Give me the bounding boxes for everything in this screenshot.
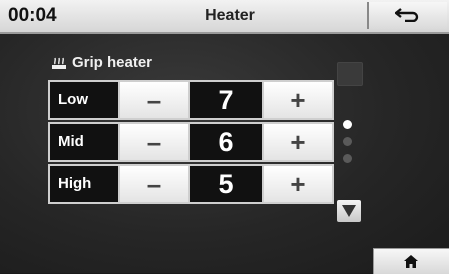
scroll-down-button[interactable] [337, 200, 361, 222]
page-title: Heater [205, 7, 255, 24]
decrease-low-button[interactable]: – [120, 82, 188, 118]
increase-low-button[interactable]: + [264, 82, 332, 118]
high-value: 5 [190, 166, 262, 202]
low-value: 7 [190, 82, 262, 118]
section-label: Grip heater [72, 54, 153, 71]
setting-row-mid: Mid – 6 + [48, 122, 334, 162]
grip-heater-icon [52, 57, 66, 69]
decrease-high-button[interactable]: – [120, 166, 188, 202]
setting-row-high: High – 5 + [48, 164, 334, 204]
clock: 00:04 [8, 5, 57, 26]
heater-screen: 00:04 Heater Grip heater Low – 7 + Mid –… [0, 0, 449, 274]
increase-high-button[interactable]: + [264, 166, 332, 202]
triangle-down-icon [342, 205, 356, 217]
row-label: Mid [50, 124, 118, 160]
scroll-up-button [337, 62, 363, 86]
page-indicator-dot-1 [343, 120, 352, 129]
row-label: High [50, 166, 118, 202]
setting-row-low: Low – 7 + [48, 80, 334, 120]
decrease-mid-button[interactable]: – [120, 124, 188, 160]
section-heading: Grip heater [51, 54, 152, 71]
page-indicator-dot-3 [343, 154, 352, 163]
home-button[interactable] [373, 248, 449, 274]
mid-value: 6 [190, 124, 262, 160]
back-arrow-icon [395, 8, 419, 22]
home-icon [404, 255, 418, 268]
increase-mid-button[interactable]: + [264, 124, 332, 160]
top-bar: 00:04 Heater [0, 0, 449, 34]
back-button[interactable] [367, 2, 447, 29]
row-label: Low [50, 82, 118, 118]
page-indicator-dot-2 [343, 137, 352, 146]
